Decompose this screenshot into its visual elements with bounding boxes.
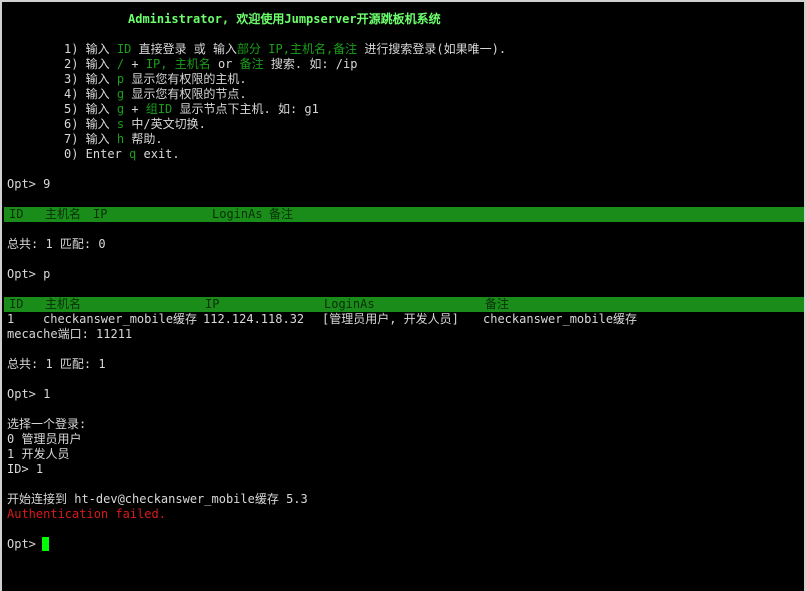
header-comment: 备注 [269,207,294,221]
row-comment-wrap: mecache端口: 11211 [7,327,133,341]
header-loginas: LoginAs [324,297,375,311]
menu-item-2: 2) 输入 / + IP, 主机名 or 备注 搜索. 如: /ip [64,57,358,71]
header-ip: IP [93,207,108,221]
login-option-0: 0 管理员用户 [7,432,82,446]
menu-item-6: 6) 输入 s 中/英文切换. [64,117,206,131]
text-cursor [41,537,49,551]
prompt-input-p: Opt> p [7,267,51,281]
choose-login-label: 选择一个登录: [7,417,87,431]
prompt-input-1: Opt> 1 [7,387,51,401]
summary-hosts: 总共: 1 匹配: 1 [7,357,106,371]
table-header-hosts: ID 主机名 IP LoginAs 备注 [4,297,804,312]
error-message: Authentication failed. [7,507,166,521]
menu-item-0: 0) Enter q exit. [64,147,180,161]
row-ip: 112.124.118.32 [203,312,305,326]
table-row[interactable]: 1 checkanswer_mobile缓存 112.124.118.32 [管… [7,312,804,327]
header-hostname: 主机名 [45,207,82,221]
terminal-window[interactable]: Administrator, 欢迎使用Jumpserver开源跳板机系统 1) … [0,0,806,591]
summary-search: 总共: 1 匹配: 0 [7,237,106,251]
row-loginas: [管理员用户, 开发人员] [322,312,459,326]
header-comment: 备注 [485,297,510,311]
menu-item-7: 7) 输入 h 帮助. [64,132,163,146]
menu-item-4: 4) 输入 g 显示您有权限的节点. [64,87,247,101]
row-comment: checkanswer_mobile缓存 [483,312,638,326]
login-option-1: 1 开发人员 [7,447,70,461]
header-ip: IP [205,297,220,311]
row-hostname: checkanswer_mobile缓存 [43,312,198,326]
active-prompt[interactable]: Opt> [7,537,804,552]
connecting-message: 开始连接到 ht-dev@checkanswer_mobile缓存 5.3 [7,492,308,506]
menu-item-3: 3) 输入 p 显示您有权限的主机. [64,72,247,86]
table-header-search: ID 主机名 IP LoginAs 备注 [4,207,804,222]
welcome-banner: Administrator, 欢迎使用Jumpserver开源跳板机系统 [128,12,441,26]
menu-item-1: 1) 输入 ID 直接登录 或 输入部分 IP,主机名,备注 进行搜索登录(如果… [64,42,507,56]
row-id: 1 [7,312,15,326]
header-id: ID [9,297,24,311]
header-loginas: LoginAs [212,207,263,221]
id-prompt: ID> 1 [7,462,44,476]
header-hostname: 主机名 [45,297,82,311]
prompt-label: Opt> [7,537,36,551]
prompt-input-9: Opt> 9 [7,177,51,191]
menu-item-5: 5) 输入 g + 组ID 显示节点下主机. 如: g1 [64,102,319,116]
header-id: ID [9,207,24,221]
